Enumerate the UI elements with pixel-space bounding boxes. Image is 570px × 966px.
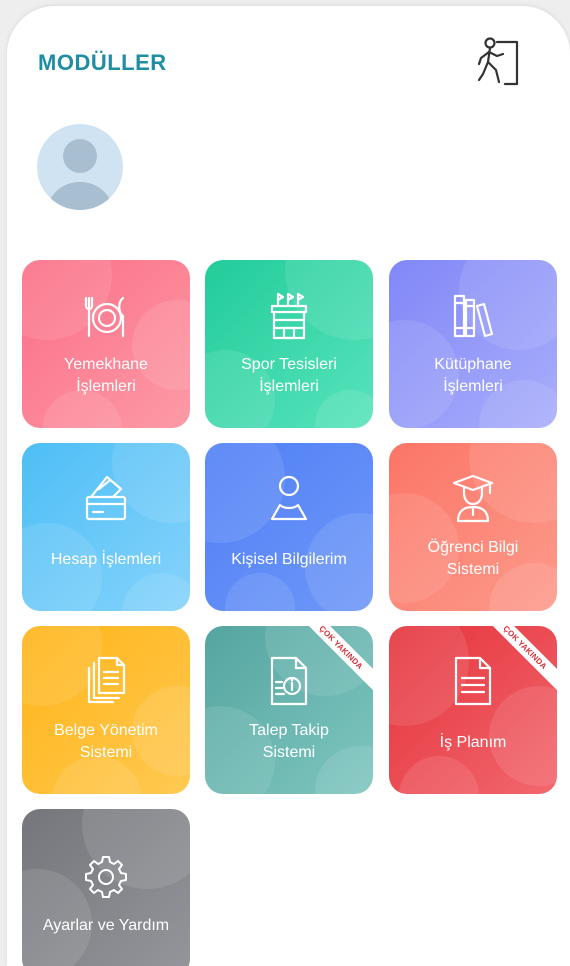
module-tile-talep-takip[interactable]: Talep Takip Sistemi ÇOK YAKINDA xyxy=(205,626,373,794)
module-tile-hesap[interactable]: Hesap İşlemleri xyxy=(22,443,190,611)
module-label: İş Planım xyxy=(439,734,507,751)
user-avatar-icon xyxy=(37,124,123,210)
module-tile-kutuphane[interactable]: Kütüphane İşlemleri xyxy=(389,260,557,428)
module-label: Talep Takip Sistemi xyxy=(249,722,329,761)
module-label: Kütüphane İşlemleri xyxy=(434,356,512,395)
module-tile-belge-yonetim[interactable]: Belge Yönetim Sistemi xyxy=(22,626,190,794)
module-label: Öğrenci Bilgi Sistemi xyxy=(427,539,519,578)
graduate-icon xyxy=(452,474,494,523)
module-label: Kişisel Bilgilerim xyxy=(231,551,347,568)
module-label: Yemekhane İşlemleri xyxy=(64,356,148,395)
module-tile-ayarlar-yardim[interactable]: Ayarlar ve Yardım xyxy=(22,809,190,966)
plate-cutlery-icon xyxy=(84,296,125,338)
module-label: Hesap İşlemleri xyxy=(50,551,162,568)
module-tile-kisisel-bilgiler[interactable]: Kişisel Bilgilerim xyxy=(205,443,373,611)
module-tile-yemekhane[interactable]: Yemekhane İşlemleri xyxy=(22,260,190,428)
person-icon xyxy=(270,475,308,521)
documents-icon xyxy=(87,656,126,704)
module-label: Belge Yönetim Sistemi xyxy=(54,722,158,761)
module-tile-is-planim[interactable]: İş Planım ÇOK YAKINDA xyxy=(389,626,557,794)
list-document-icon xyxy=(454,656,492,706)
page-title: MODÜLLER xyxy=(38,50,167,75)
logout-door-icon[interactable] xyxy=(477,34,525,90)
stadium-icon xyxy=(270,292,308,340)
module-tile-spor-tesisleri[interactable]: Spor Tesisleri İşlemleri xyxy=(205,260,373,428)
card-wallet-icon xyxy=(85,475,127,521)
module-label: Spor Tesisleri İşlemleri xyxy=(241,356,337,395)
module-tile-ogrenci-bilgi[interactable]: Öğrenci Bilgi Sistemi xyxy=(389,443,557,611)
module-label: Ayarlar ve Yardım xyxy=(42,917,170,934)
info-document-icon xyxy=(270,656,308,706)
gear-icon xyxy=(85,856,127,898)
modules-panel: MODÜLLER Yemekhane İşlemleri Spor Tesisl… xyxy=(7,6,570,966)
avatar[interactable] xyxy=(37,124,123,210)
books-icon xyxy=(453,294,494,338)
